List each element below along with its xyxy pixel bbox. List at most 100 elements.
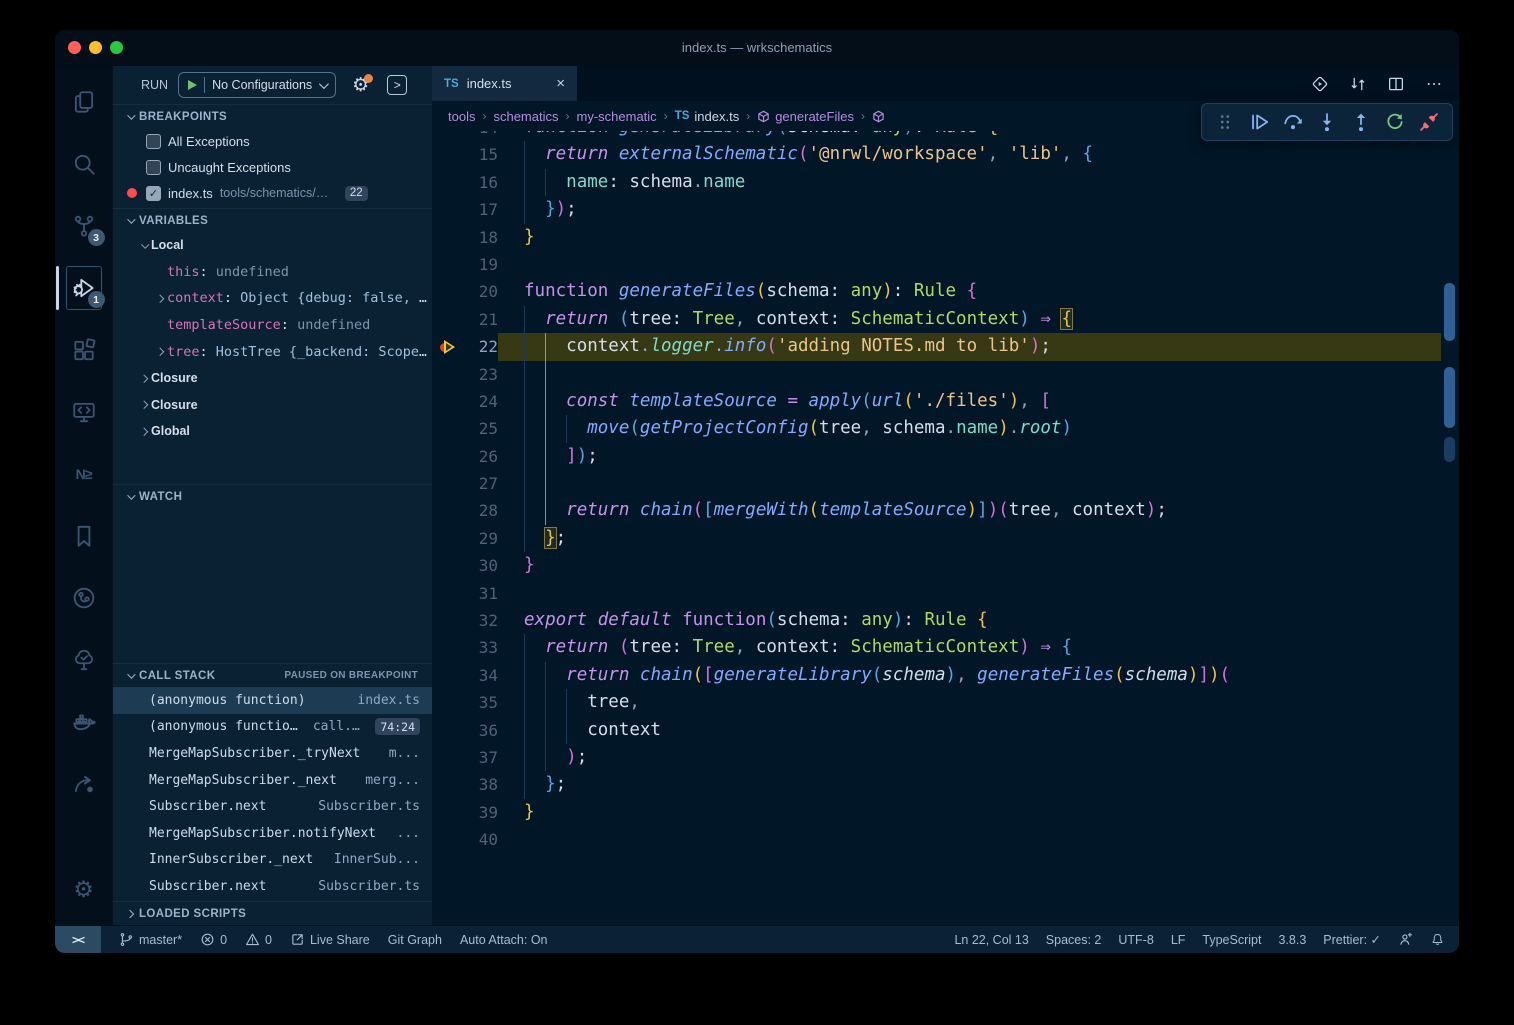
restart-icon[interactable]: [1382, 109, 1408, 135]
line-number[interactable]: 14: [462, 131, 498, 141]
breadcrumb-item[interactable]: TSindex.ts: [675, 109, 740, 124]
compare-changes-icon[interactable]: [1349, 75, 1367, 93]
call-stack-header[interactable]: CALL STACK PAUSED ON BREAKPOINT: [113, 663, 432, 687]
code-text[interactable]: context: [498, 717, 1441, 744]
breakpoint-gutter[interactable]: [432, 306, 462, 333]
breakpoint-gutter[interactable]: [432, 525, 462, 552]
disconnect-icon[interactable]: [1416, 109, 1442, 135]
status-error-icon[interactable]: 0: [200, 932, 227, 947]
split-editor-icon[interactable]: [1387, 75, 1405, 93]
status-item-git-graph[interactable]: Git Graph: [388, 933, 442, 947]
breakpoint-row[interactable]: Uncaught Exceptions: [113, 154, 432, 180]
call-stack-frame[interactable]: Subscriber.nextSubscriber.ts: [113, 873, 432, 900]
status-item-utf-8[interactable]: UTF-8: [1118, 933, 1153, 947]
breadcrumb-item[interactable]: tools: [448, 109, 475, 124]
code-text[interactable]: const templateSource = apply(url('./file…: [498, 388, 1441, 415]
activity-settings-gear-icon[interactable]: ⚙: [60, 863, 108, 915]
line-number[interactable]: 30: [462, 552, 498, 579]
code-text[interactable]: return (tree: Tree, context: SchematicCo…: [498, 634, 1441, 661]
code-text[interactable]: [498, 470, 1441, 497]
variable-row[interactable]: Local: [113, 232, 432, 259]
activity-gitlens-icon[interactable]: [60, 572, 108, 624]
breakpoints-header[interactable]: BREAKPOINTS: [113, 104, 432, 128]
breakpoint-row[interactable]: All Exceptions: [113, 128, 432, 154]
line-number[interactable]: 26: [462, 443, 498, 470]
line-number[interactable]: 39: [462, 799, 498, 826]
code-text[interactable]: return chain([mergeWith(templateSource)]…: [498, 497, 1441, 524]
code-area[interactable]: 14function generateLibrary(schema: any):…: [432, 131, 1459, 925]
line-number[interactable]: 34: [462, 662, 498, 689]
breakpoint-gutter[interactable]: [432, 580, 462, 607]
call-stack-frame[interactable]: MergeMapSubscriber._tryNextm...: [113, 740, 432, 767]
code-text[interactable]: };: [498, 771, 1441, 798]
breakpoint-gutter[interactable]: [432, 333, 462, 360]
line-number[interactable]: 32: [462, 607, 498, 634]
variable-row[interactable]: templateSource: undefined: [113, 312, 432, 339]
chevron-right-icon[interactable]: [156, 348, 164, 356]
status-warning-icon[interactable]: 0: [245, 932, 272, 947]
breakpoint-checkbox[interactable]: ✓: [146, 186, 161, 201]
activity-nx-console-icon[interactable]: N≥: [60, 448, 108, 500]
continue-icon[interactable]: [1246, 109, 1272, 135]
breakpoint-gutter[interactable]: [432, 388, 462, 415]
variable-row[interactable]: this: undefined: [113, 259, 432, 286]
code-text[interactable]: }: [498, 224, 1441, 251]
chevron-right-icon[interactable]: [140, 428, 148, 436]
annotate-icon[interactable]: [1311, 75, 1329, 93]
line-number[interactable]: 36: [462, 717, 498, 744]
line-number[interactable]: 37: [462, 744, 498, 771]
code-text[interactable]: };: [498, 525, 1441, 552]
breakpoint-gutter[interactable]: [432, 689, 462, 716]
variable-row[interactable]: Global: [113, 418, 432, 445]
status-bell-icon[interactable]: [1430, 932, 1445, 947]
status-liveshare-icon[interactable]: Live Share: [290, 932, 370, 947]
code-text[interactable]: tree,: [498, 689, 1441, 716]
code-text[interactable]: );: [498, 744, 1441, 771]
code-text[interactable]: function generateFiles(schema: any): Rul…: [498, 278, 1441, 305]
line-number[interactable]: 24: [462, 388, 498, 415]
breakpoint-gutter[interactable]: [432, 771, 462, 798]
breakpoint-gutter[interactable]: [432, 552, 462, 579]
breakpoint-gutter[interactable]: [432, 717, 462, 744]
activity-search-icon[interactable]: [60, 138, 108, 190]
status-branch-icon[interactable]: master*: [119, 932, 182, 947]
line-number[interactable]: 23: [462, 361, 498, 388]
launch-config-dropdown[interactable]: No Configurations: [178, 72, 336, 98]
breadcrumb-item[interactable]: [872, 110, 890, 123]
status-item-spaces-2[interactable]: Spaces: 2: [1046, 933, 1102, 947]
breakpoint-gutter[interactable]: [432, 131, 462, 141]
activity-extensions-icon[interactable]: [60, 324, 108, 376]
debug-console-icon[interactable]: >: [387, 75, 407, 95]
breakpoint-gutter[interactable]: [432, 744, 462, 771]
activity-docker-icon[interactable]: [60, 696, 108, 748]
variable-row[interactable]: context: Object {debug: false, en…: [113, 285, 432, 312]
code-text[interactable]: });: [498, 196, 1441, 223]
code-text[interactable]: [498, 361, 1441, 388]
breakpoint-gutter[interactable]: [432, 361, 462, 388]
status-item-typescript[interactable]: TypeScript: [1202, 933, 1261, 947]
line-number[interactable]: 21: [462, 306, 498, 333]
code-text[interactable]: return (tree: Tree, context: SchematicCo…: [498, 306, 1441, 333]
breakpoint-gutter[interactable]: [432, 196, 462, 223]
activity-source-control-icon[interactable]: 3: [60, 200, 108, 252]
line-number[interactable]: 17: [462, 196, 498, 223]
step-over-icon[interactable]: [1280, 109, 1306, 135]
activity-testing-tree-icon[interactable]: [60, 634, 108, 686]
chevron-down-icon[interactable]: [142, 240, 150, 248]
breakpoint-gutter[interactable]: [432, 278, 462, 305]
status-item-ln-22-col-13[interactable]: Ln 22, Col 13: [954, 933, 1028, 947]
line-number[interactable]: 15: [462, 141, 498, 168]
code-text[interactable]: name: schema.name: [498, 169, 1441, 196]
status-item-auto-attach-on[interactable]: Auto Attach: On: [460, 933, 548, 947]
code-text[interactable]: export default function(schema: any): Ru…: [498, 607, 1441, 634]
status-item-lf[interactable]: LF: [1171, 933, 1186, 947]
code-text[interactable]: ]);: [498, 443, 1441, 470]
breakpoint-gutter[interactable]: [432, 443, 462, 470]
call-stack-frame[interactable]: (anonymous function)index.ts: [113, 687, 432, 714]
chevron-right-icon[interactable]: [156, 295, 164, 303]
breakpoint-gutter[interactable]: [432, 662, 462, 689]
code-text[interactable]: move(getProjectConfig(tree, schema.name)…: [498, 415, 1441, 442]
status-remote-icon[interactable]: ><: [55, 926, 101, 954]
line-number[interactable]: 40: [462, 826, 498, 853]
breadcrumb-item[interactable]: my-schematic: [577, 109, 657, 124]
